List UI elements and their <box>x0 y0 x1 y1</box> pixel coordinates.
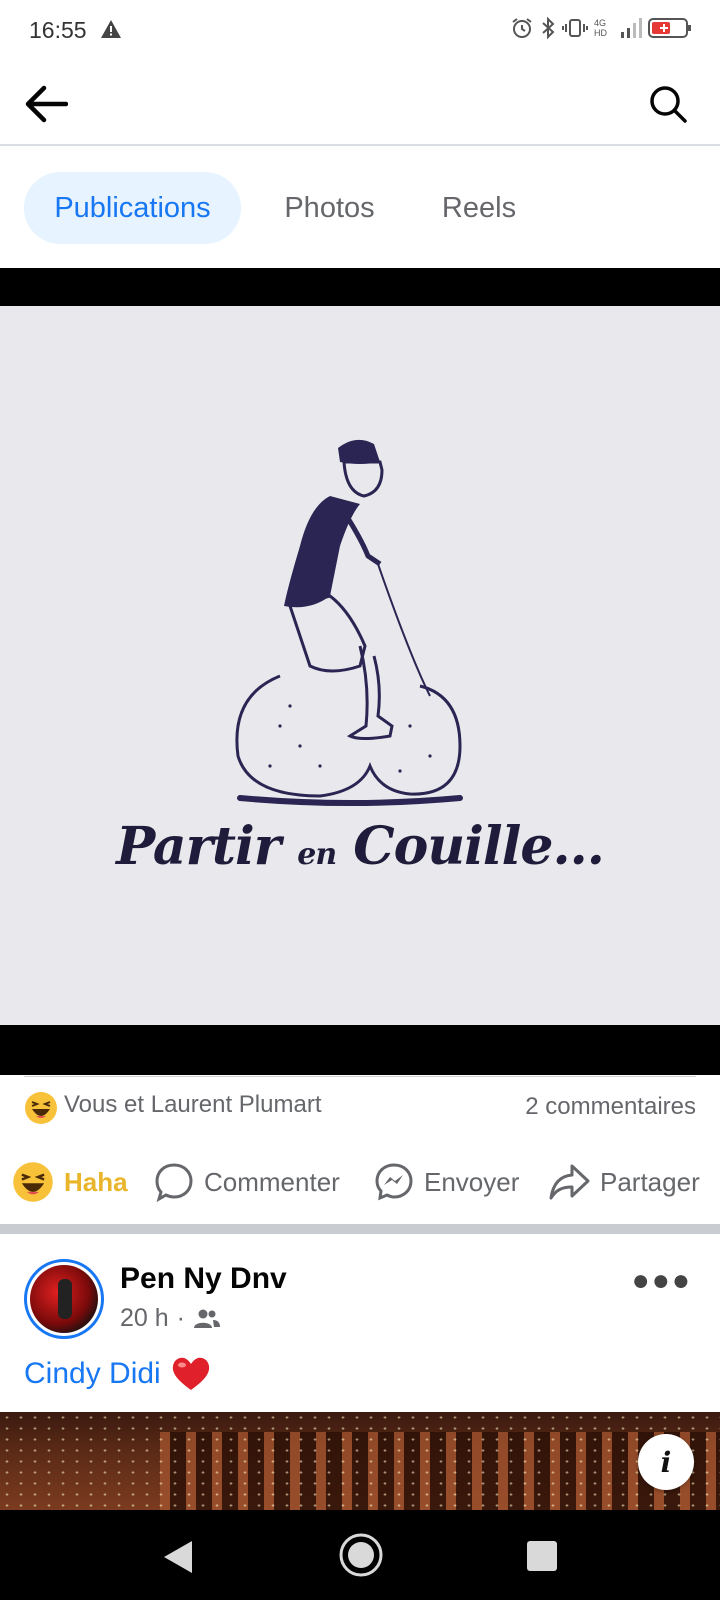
caption-word-1: Partir <box>116 816 281 877</box>
system-navigation-bar <box>0 1510 720 1600</box>
haha-label: Haha <box>64 1166 128 1197</box>
vibrate-icon <box>562 16 588 40</box>
status-bar: 16:55 4G HD <box>0 0 720 62</box>
haha-emoji-icon <box>24 1091 58 1130</box>
share-button[interactable]: Partager <box>548 1158 700 1206</box>
post-image-lights <box>0 1412 720 1510</box>
haha-emoji-icon <box>13 1162 53 1202</box>
tagged-user-link[interactable]: Cindy Didi <box>24 1357 161 1391</box>
bluetooth-icon <box>540 16 556 40</box>
post-meta: 20 h · <box>120 1304 221 1333</box>
avatar-image <box>30 1265 98 1333</box>
post-actions: Haha Commenter Envoyer Partager <box>0 1140 720 1224</box>
haha-button[interactable]: Haha <box>12 1158 128 1206</box>
battery-icon <box>648 17 692 39</box>
share-icon <box>549 1164 590 1200</box>
network-label: 4G HD <box>594 18 607 38</box>
info-button[interactable]: i <box>638 1434 694 1490</box>
tab-photos[interactable]: Photos <box>262 172 397 244</box>
post-time[interactable]: 20 h <box>120 1304 169 1333</box>
status-icons: 4G HD <box>510 16 692 40</box>
post-text: Cindy Didi <box>24 1356 211 1392</box>
heart-icon <box>172 1357 209 1390</box>
comment-label: Commenter <box>204 1166 340 1197</box>
image-caption: Partir en Couille... <box>0 816 720 877</box>
reactions-summary: Vous et Laurent Plumart 2 commentaires <box>24 1076 696 1140</box>
share-label: Partager <box>600 1166 700 1197</box>
profile-tabs: Publications Photos Reels <box>0 148 720 268</box>
comment-icon <box>155 1163 193 1202</box>
send-label: Envoyer <box>424 1166 520 1197</box>
nav-recents-icon[interactable] <box>526 1540 558 1572</box>
nav-home-icon[interactable] <box>338 1532 384 1578</box>
post-header: Pen Ny Dnv 20 h · ●●● Cindy Didi <box>0 1234 720 1404</box>
caption-word-2: Couille... <box>353 816 605 877</box>
arrow-left-icon <box>25 85 68 123</box>
post-image[interactable] <box>0 1412 720 1510</box>
friends-audience-icon <box>194 1309 220 1328</box>
comments-count[interactable]: 2 commentaires <box>525 1093 696 1121</box>
nav-back-icon[interactable] <box>160 1538 196 1576</box>
reaction-names[interactable]: Vous et Laurent Plumart <box>64 1091 321 1119</box>
status-time: 16:55 <box>29 17 87 43</box>
warning-icon <box>100 19 122 44</box>
more-options-button[interactable]: ●●● <box>632 1264 692 1298</box>
top-app-bar <box>0 62 720 146</box>
avatar[interactable] <box>24 1259 104 1339</box>
back-button[interactable] <box>20 80 72 128</box>
comment-button[interactable]: Commenter <box>154 1158 340 1206</box>
meta-separator: · <box>176 1304 185 1332</box>
caption-word-small: en <box>297 837 337 872</box>
rider-illustration <box>235 439 463 806</box>
tab-publications[interactable]: Publications <box>24 172 241 244</box>
tab-reels[interactable]: Reels <box>420 172 538 244</box>
alarm-icon <box>510 16 534 40</box>
post-divider <box>0 1224 720 1234</box>
post-author-name[interactable]: Pen Ny Dnv <box>120 1262 287 1296</box>
post-image[interactable]: Partir en Couille... <box>0 268 720 1075</box>
signal-icon <box>620 17 642 39</box>
search-icon <box>650 86 687 123</box>
search-button[interactable] <box>642 80 694 128</box>
send-button[interactable]: Envoyer <box>374 1158 519 1206</box>
post-image-content: Partir en Couille... <box>0 306 720 1025</box>
messenger-icon <box>375 1163 413 1201</box>
